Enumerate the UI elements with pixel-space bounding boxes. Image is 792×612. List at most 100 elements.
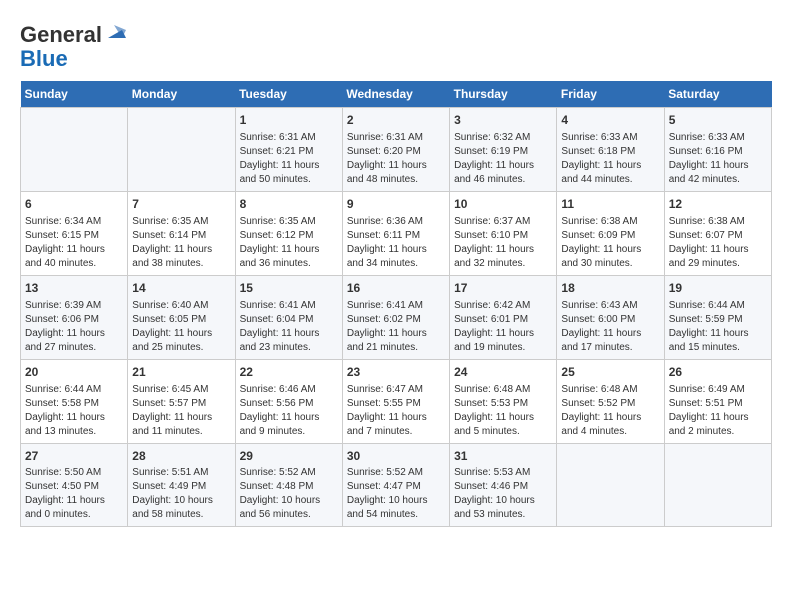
day-number: 23 bbox=[347, 364, 445, 381]
day-number: 4 bbox=[561, 112, 659, 129]
logo-blue-text: Blue bbox=[20, 46, 68, 71]
day-info: Sunrise: 6:31 AM Sunset: 6:20 PM Dayligh… bbox=[347, 131, 445, 187]
day-number: 8 bbox=[240, 196, 338, 213]
day-of-week-header: Monday bbox=[128, 81, 235, 108]
day-number: 16 bbox=[347, 280, 445, 297]
day-number: 11 bbox=[561, 196, 659, 213]
day-info: Sunrise: 6:33 AM Sunset: 6:16 PM Dayligh… bbox=[669, 131, 767, 187]
day-info: Sunrise: 6:35 AM Sunset: 6:12 PM Dayligh… bbox=[240, 215, 338, 271]
day-number: 22 bbox=[240, 364, 338, 381]
day-info: Sunrise: 6:48 AM Sunset: 5:53 PM Dayligh… bbox=[454, 383, 552, 439]
day-number: 3 bbox=[454, 112, 552, 129]
day-info: Sunrise: 6:33 AM Sunset: 6:18 PM Dayligh… bbox=[561, 131, 659, 187]
calendar-cell: 14 Sunrise: 6:40 AM Sunset: 6:05 PM Dayli… bbox=[128, 275, 235, 359]
calendar-cell: 19 Sunrise: 6:44 AM Sunset: 5:59 PM Dayli… bbox=[664, 275, 771, 359]
calendar-cell: 23 Sunrise: 6:47 AM Sunset: 5:55 PM Dayli… bbox=[342, 359, 449, 443]
calendar-cell bbox=[21, 108, 128, 192]
day-of-week-header: Sunday bbox=[21, 81, 128, 108]
calendar-cell: 10 Sunrise: 6:37 AM Sunset: 6:10 PM Dayli… bbox=[450, 192, 557, 276]
day-number: 30 bbox=[347, 448, 445, 465]
calendar-cell: 4 Sunrise: 6:33 AM Sunset: 6:18 PM Daylig… bbox=[557, 108, 664, 192]
calendar-cell: 29Sunrise: 5:52 AM Sunset: 4:48 PM Dayli… bbox=[235, 443, 342, 527]
day-number: 29 bbox=[240, 448, 338, 465]
calendar-cell: 15 Sunrise: 6:41 AM Sunset: 6:04 PM Dayli… bbox=[235, 275, 342, 359]
day-info: Sunrise: 5:52 AM Sunset: 4:47 PM Dayligh… bbox=[347, 466, 445, 522]
calendar-cell: 28Sunrise: 5:51 AM Sunset: 4:49 PM Dayli… bbox=[128, 443, 235, 527]
calendar-week-row: 6 Sunrise: 6:34 AM Sunset: 6:15 PM Daylig… bbox=[21, 192, 772, 276]
calendar-cell: 26 Sunrise: 6:49 AM Sunset: 5:51 PM Dayli… bbox=[664, 359, 771, 443]
calendar-cell: 24 Sunrise: 6:48 AM Sunset: 5:53 PM Dayli… bbox=[450, 359, 557, 443]
calendar-week-row: 20 Sunrise: 6:44 AM Sunset: 5:58 PM Dayli… bbox=[21, 359, 772, 443]
day-info: Sunrise: 6:39 AM Sunset: 6:06 PM Dayligh… bbox=[25, 299, 123, 355]
calendar-cell: 16Sunrise: 6:41 AM Sunset: 6:02 PM Dayli… bbox=[342, 275, 449, 359]
calendar-cell: 8 Sunrise: 6:35 AM Sunset: 6:12 PM Daylig… bbox=[235, 192, 342, 276]
day-info: Sunrise: 6:37 AM Sunset: 6:10 PM Dayligh… bbox=[454, 215, 552, 271]
calendar-week-row: 13 Sunrise: 6:39 AM Sunset: 6:06 PM Dayli… bbox=[21, 275, 772, 359]
day-of-week-header: Thursday bbox=[450, 81, 557, 108]
calendar-cell: 22 Sunrise: 6:46 AM Sunset: 5:56 PM Dayli… bbox=[235, 359, 342, 443]
day-of-week-header: Friday bbox=[557, 81, 664, 108]
day-of-week-header: Wednesday bbox=[342, 81, 449, 108]
day-info: Sunrise: 5:50 AM Sunset: 4:50 PM Dayligh… bbox=[25, 466, 123, 522]
day-info: Sunrise: 6:38 AM Sunset: 6:07 PM Dayligh… bbox=[669, 215, 767, 271]
calendar-cell: 30Sunrise: 5:52 AM Sunset: 4:47 PM Dayli… bbox=[342, 443, 449, 527]
day-info: Sunrise: 6:44 AM Sunset: 5:58 PM Dayligh… bbox=[25, 383, 123, 439]
day-number: 19 bbox=[669, 280, 767, 297]
day-number: 13 bbox=[25, 280, 123, 297]
logo-general-text: General bbox=[20, 22, 102, 47]
day-number: 15 bbox=[240, 280, 338, 297]
day-number: 6 bbox=[25, 196, 123, 213]
day-info: Sunrise: 6:49 AM Sunset: 5:51 PM Dayligh… bbox=[669, 383, 767, 439]
day-number: 9 bbox=[347, 196, 445, 213]
day-info: Sunrise: 5:52 AM Sunset: 4:48 PM Dayligh… bbox=[240, 466, 338, 522]
day-of-week-header: Tuesday bbox=[235, 81, 342, 108]
day-info: Sunrise: 6:47 AM Sunset: 5:55 PM Dayligh… bbox=[347, 383, 445, 439]
logo-icon bbox=[104, 20, 126, 42]
day-number: 14 bbox=[132, 280, 230, 297]
calendar-cell: 11 Sunrise: 6:38 AM Sunset: 6:09 PM Dayli… bbox=[557, 192, 664, 276]
day-number: 20 bbox=[25, 364, 123, 381]
day-info: Sunrise: 6:45 AM Sunset: 5:57 PM Dayligh… bbox=[132, 383, 230, 439]
day-info: Sunrise: 6:40 AM Sunset: 6:05 PM Dayligh… bbox=[132, 299, 230, 355]
day-number: 28 bbox=[132, 448, 230, 465]
calendar-cell: 3 Sunrise: 6:32 AM Sunset: 6:19 PM Daylig… bbox=[450, 108, 557, 192]
day-number: 10 bbox=[454, 196, 552, 213]
day-of-week-header: Saturday bbox=[664, 81, 771, 108]
calendar-cell: 13 Sunrise: 6:39 AM Sunset: 6:06 PM Dayli… bbox=[21, 275, 128, 359]
day-info: Sunrise: 6:32 AM Sunset: 6:19 PM Dayligh… bbox=[454, 131, 552, 187]
day-info: Sunrise: 6:44 AM Sunset: 5:59 PM Dayligh… bbox=[669, 299, 767, 355]
day-number: 25 bbox=[561, 364, 659, 381]
calendar-cell: 27Sunrise: 5:50 AM Sunset: 4:50 PM Dayli… bbox=[21, 443, 128, 527]
day-number: 26 bbox=[669, 364, 767, 381]
day-info: Sunrise: 6:43 AM Sunset: 6:00 PM Dayligh… bbox=[561, 299, 659, 355]
day-info: Sunrise: 5:53 AM Sunset: 4:46 PM Dayligh… bbox=[454, 466, 552, 522]
day-info: Sunrise: 6:35 AM Sunset: 6:14 PM Dayligh… bbox=[132, 215, 230, 271]
calendar-header-row: SundayMondayTuesdayWednesdayThursdayFrid… bbox=[21, 81, 772, 108]
day-info: Sunrise: 6:46 AM Sunset: 5:56 PM Dayligh… bbox=[240, 383, 338, 439]
day-info: Sunrise: 6:42 AM Sunset: 6:01 PM Dayligh… bbox=[454, 299, 552, 355]
calendar-cell: 17 Sunrise: 6:42 AM Sunset: 6:01 PM Dayli… bbox=[450, 275, 557, 359]
calendar-week-row: 1Sunrise: 6:31 AM Sunset: 6:21 PM Daylig… bbox=[21, 108, 772, 192]
calendar-cell: 18Sunrise: 6:43 AM Sunset: 6:00 PM Dayli… bbox=[557, 275, 664, 359]
day-number: 24 bbox=[454, 364, 552, 381]
calendar-cell: 31Sunrise: 5:53 AM Sunset: 4:46 PM Dayli… bbox=[450, 443, 557, 527]
calendar-cell: 25Sunrise: 6:48 AM Sunset: 5:52 PM Dayli… bbox=[557, 359, 664, 443]
day-number: 21 bbox=[132, 364, 230, 381]
day-info: Sunrise: 5:51 AM Sunset: 4:49 PM Dayligh… bbox=[132, 466, 230, 522]
day-number: 7 bbox=[132, 196, 230, 213]
logo: General Blue bbox=[20, 20, 126, 71]
calendar-cell: 12Sunrise: 6:38 AM Sunset: 6:07 PM Dayli… bbox=[664, 192, 771, 276]
calendar-cell: 7 Sunrise: 6:35 AM Sunset: 6:14 PM Daylig… bbox=[128, 192, 235, 276]
calendar-cell: 21 Sunrise: 6:45 AM Sunset: 5:57 PM Dayli… bbox=[128, 359, 235, 443]
calendar-cell bbox=[557, 443, 664, 527]
calendar-cell: 20 Sunrise: 6:44 AM Sunset: 5:58 PM Dayli… bbox=[21, 359, 128, 443]
day-number: 31 bbox=[454, 448, 552, 465]
day-info: Sunrise: 6:31 AM Sunset: 6:21 PM Dayligh… bbox=[240, 131, 338, 187]
calendar-week-row: 27Sunrise: 5:50 AM Sunset: 4:50 PM Dayli… bbox=[21, 443, 772, 527]
day-info: Sunrise: 6:34 AM Sunset: 6:15 PM Dayligh… bbox=[25, 215, 123, 271]
calendar-cell: 1Sunrise: 6:31 AM Sunset: 6:21 PM Daylig… bbox=[235, 108, 342, 192]
calendar-cell: 9Sunrise: 6:36 AM Sunset: 6:11 PM Daylig… bbox=[342, 192, 449, 276]
day-number: 17 bbox=[454, 280, 552, 297]
day-info: Sunrise: 6:38 AM Sunset: 6:09 PM Dayligh… bbox=[561, 215, 659, 271]
day-info: Sunrise: 6:41 AM Sunset: 6:04 PM Dayligh… bbox=[240, 299, 338, 355]
